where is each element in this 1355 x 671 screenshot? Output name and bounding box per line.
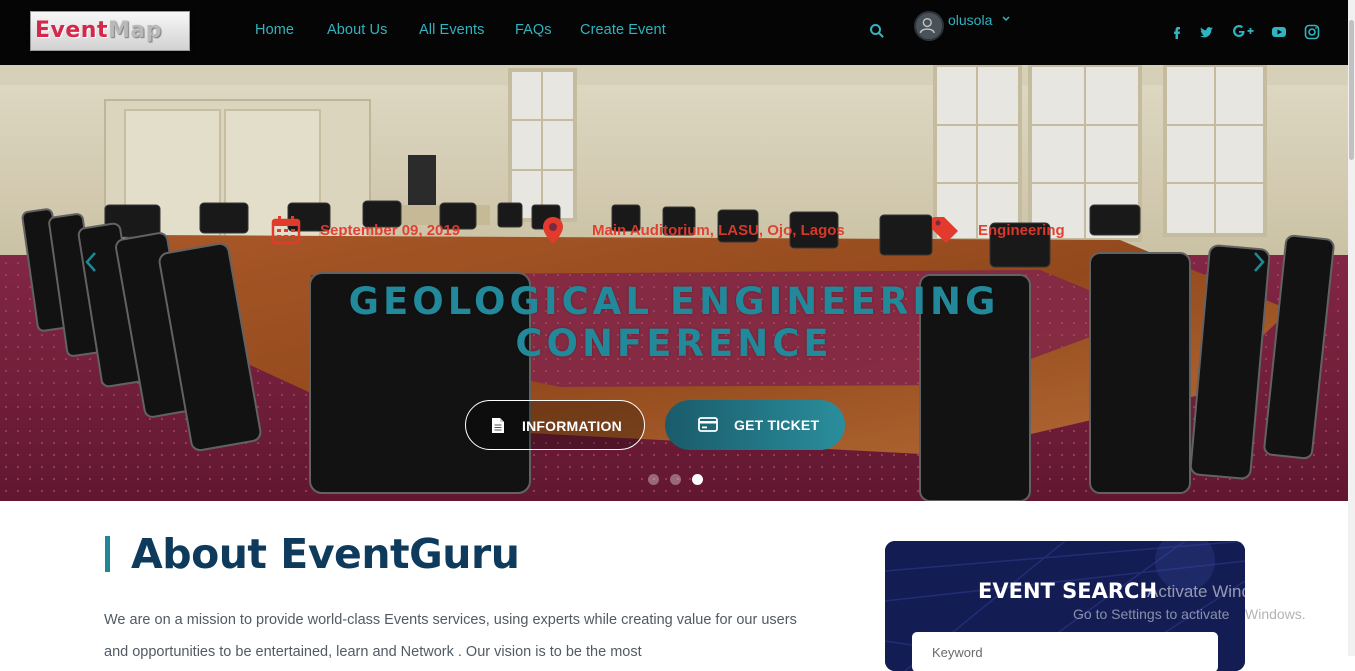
event-category: Engineering xyxy=(978,222,1065,239)
facebook-icon[interactable] xyxy=(1169,24,1185,40)
logo-text: EventMap xyxy=(35,18,162,43)
chevron-down-icon[interactable] xyxy=(1000,13,1012,25)
slide-dot-3-active[interactable] xyxy=(692,474,703,485)
activate-windows-subtext-end: Windows. xyxy=(1245,606,1306,622)
about-title: About EventGuru xyxy=(131,530,520,578)
instagram-icon[interactable] xyxy=(1304,24,1320,40)
activate-windows-watermark: Activate Windows xyxy=(1147,582,1282,601)
credit-card-icon xyxy=(698,417,718,432)
google-plus-icon[interactable] xyxy=(1232,24,1254,40)
nav-create-event[interactable]: Create Event xyxy=(580,22,666,38)
event-search-title: EVENT SEARCH xyxy=(978,579,1158,603)
about-title-accent-bar xyxy=(105,536,110,572)
event-date: September 09, 2019 xyxy=(320,222,461,239)
next-slide-arrow-icon[interactable] xyxy=(1250,249,1268,275)
event-title-line1: GEOLOGICAL ENGINEERING xyxy=(348,280,1000,323)
youtube-icon[interactable] xyxy=(1271,24,1287,40)
tag-icon xyxy=(932,217,958,243)
nav-about-us[interactable]: About Us xyxy=(327,22,387,38)
get-ticket-button[interactable]: GET TICKET xyxy=(665,400,845,450)
information-button[interactable]: INFORMATION xyxy=(465,400,645,450)
user-icon xyxy=(919,17,935,34)
event-location: Main Auditorium, LASU, Ojo, Lagos xyxy=(592,222,845,239)
nav-faqs[interactable]: FAQs xyxy=(515,22,552,38)
nav-all-events[interactable]: All Events xyxy=(419,22,484,38)
event-title-line2: CONFERENCE xyxy=(515,322,833,365)
site-logo[interactable]: EventMap xyxy=(30,11,190,51)
calendar-icon xyxy=(271,216,301,245)
information-button-label: INFORMATION xyxy=(522,418,622,434)
document-icon xyxy=(492,418,504,433)
slide-dot-1[interactable] xyxy=(648,474,659,485)
user-avatar[interactable] xyxy=(914,11,944,41)
user-name[interactable]: olusola xyxy=(948,12,992,28)
keyword-input[interactable] xyxy=(912,632,1218,671)
prev-slide-arrow-icon[interactable] xyxy=(82,249,100,275)
get-ticket-button-label: GET TICKET xyxy=(734,417,820,433)
nav-home[interactable]: Home xyxy=(255,22,294,38)
top-navbar: EventMap Home About Us All Events FAQs C… xyxy=(0,0,1355,65)
slide-dot-2[interactable] xyxy=(670,474,681,485)
about-description: We are on a mission to provide world-cla… xyxy=(104,612,797,660)
activate-windows-subtext: Go to Settings to activate xyxy=(1073,606,1230,622)
page-scrollbar-thumb[interactable] xyxy=(1349,20,1354,160)
event-title: GEOLOGICAL ENGINEERING CONFERENCE xyxy=(174,281,1174,365)
twitter-icon[interactable] xyxy=(1199,24,1215,40)
location-pin-icon xyxy=(543,217,563,244)
search-icon[interactable] xyxy=(868,22,886,40)
hero-slider: September 09, 2019 Main Auditorium, LASU… xyxy=(0,65,1348,501)
